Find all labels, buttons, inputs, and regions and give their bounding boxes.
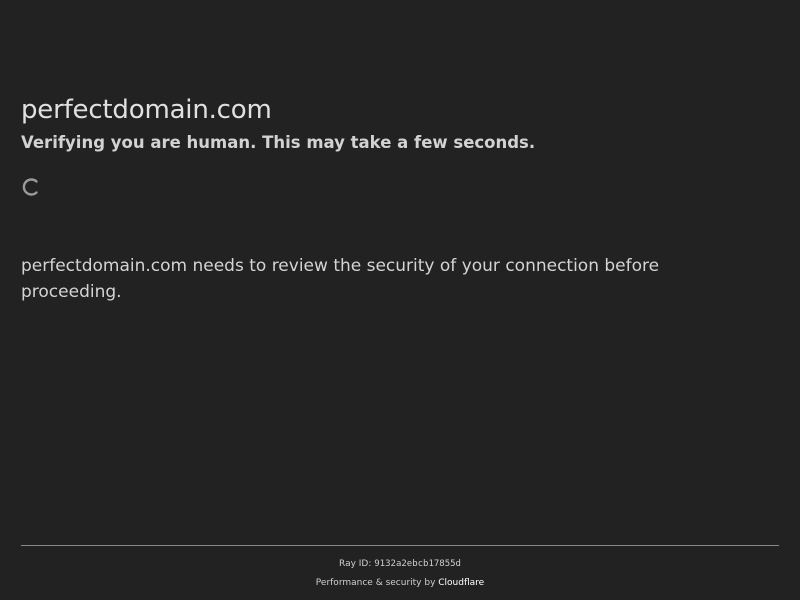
performance-line: Performance & security by Cloudflare (21, 577, 779, 589)
cloudflare-link[interactable]: Cloudflare (438, 578, 484, 588)
verifying-message: Verifying you are human. This may take a… (21, 133, 536, 152)
challenge-page: perfectdomain.com Verifying you are huma… (0, 0, 800, 600)
security-review-message: perfectdomain.com needs to review the se… (21, 256, 660, 302)
footer: Ray ID: 9132a2ebcb17855d Performance & s… (21, 545, 779, 589)
main-content: perfectdomain.com Verifying you are huma… (21, 93, 781, 305)
ray-id-value: 9132a2ebcb17855d (374, 559, 461, 569)
ray-id-line: Ray ID: 9132a2ebcb17855d (21, 558, 779, 570)
site-title: perfectdomain.com (21, 95, 272, 125)
loading-spinner-icon (21, 177, 41, 197)
ray-id-label: Ray ID: (339, 559, 375, 569)
performance-label: Performance & security by (315, 578, 439, 588)
